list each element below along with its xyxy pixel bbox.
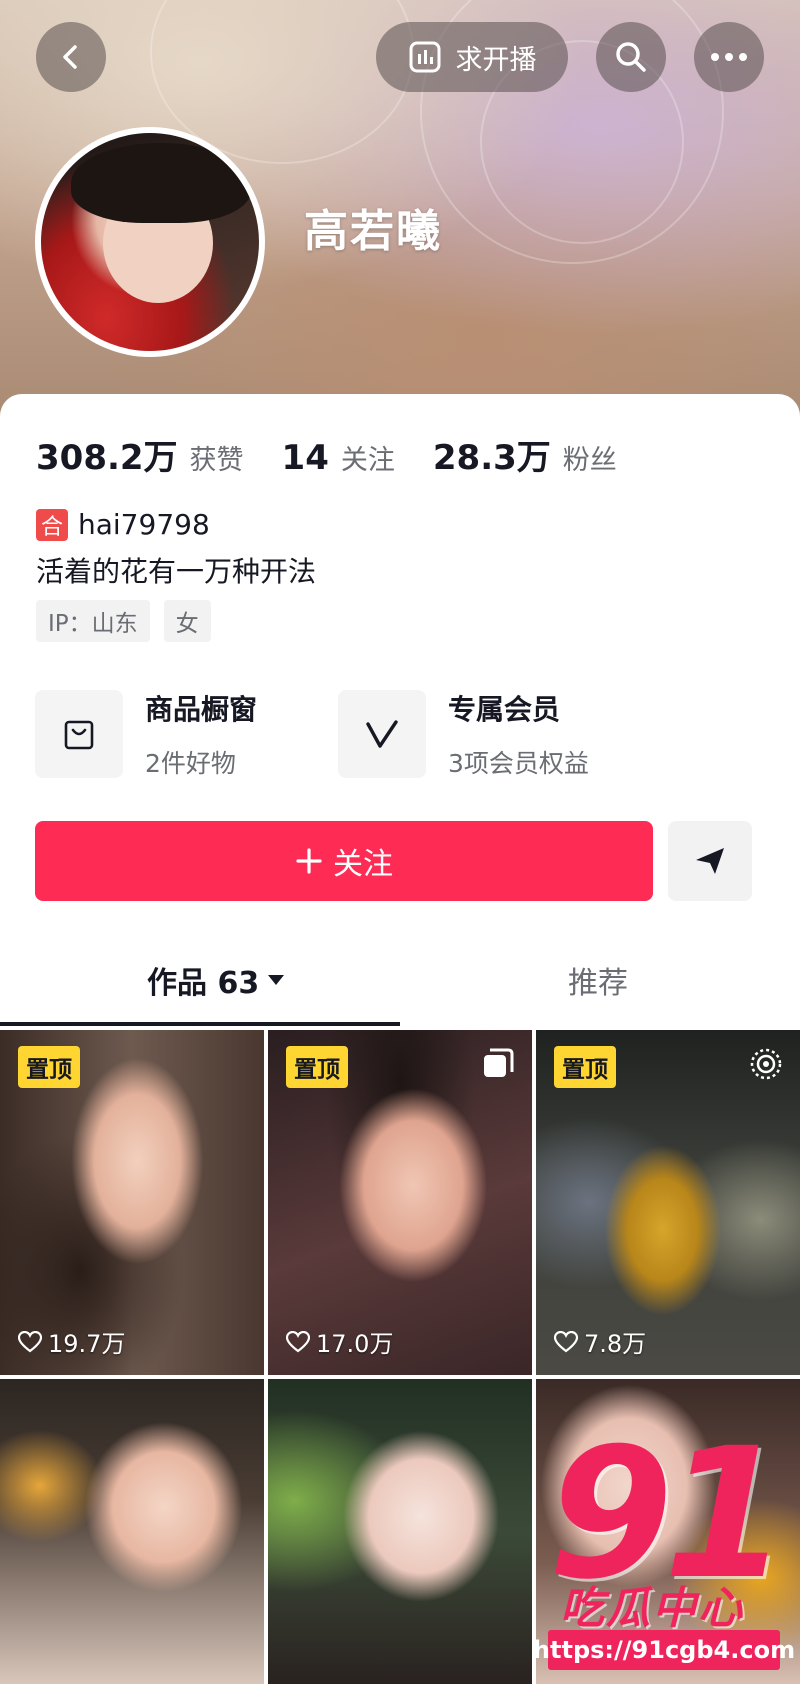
pinned-badge: 置顶: [18, 1046, 80, 1088]
tab-recommend[interactable]: 推荐: [568, 958, 628, 1002]
paper-plane-icon: [696, 848, 724, 874]
shop-window-subtitle: 2件好物: [145, 749, 236, 778]
heart-icon: [18, 1330, 42, 1352]
plus-icon: [296, 848, 322, 874]
follow-label: 关注: [333, 847, 393, 882]
request-live-label: 求开播: [455, 44, 537, 76]
video-thumbnail[interactable]: [268, 1379, 532, 1684]
more-button[interactable]: [694, 22, 764, 92]
follow-button[interactable]: 关注: [35, 821, 653, 901]
membership-entry[interactable]: 专属会员 3项会员权益: [338, 688, 589, 780]
back-button[interactable]: [36, 22, 106, 92]
avatar[interactable]: [35, 127, 265, 357]
following-label[interactable]: 关注: [341, 438, 395, 477]
profile-name: 高若曦: [304, 206, 442, 257]
shopping-bag-icon: [35, 690, 123, 778]
followers-label[interactable]: 粉丝: [563, 438, 617, 477]
vip-v-icon: [338, 690, 426, 778]
tab-works[interactable]: 作品 63: [147, 958, 285, 1002]
account-badge: 合: [36, 508, 68, 541]
heart-icon: [554, 1330, 578, 1352]
bar-chart-icon: [409, 41, 440, 73]
heart-icon: [286, 1330, 310, 1352]
stats-row: 308.2万 获赞 14 关注 28.3万 粉丝: [36, 430, 655, 479]
like-count: 19.7万: [18, 1324, 125, 1359]
more-dots-icon: [711, 53, 747, 61]
like-count: 7.8万: [554, 1324, 646, 1359]
video-thumbnail[interactable]: [0, 1379, 264, 1684]
shop-window-title: 商品橱窗: [145, 693, 258, 726]
watermark-url: https://91cgb4.com: [533, 1630, 795, 1670]
video-thumbnail[interactable]: 置顶 17.0万: [268, 1030, 532, 1375]
search-icon: [616, 42, 646, 72]
message-button[interactable]: [668, 821, 752, 901]
like-count-text: 7.8万: [584, 1330, 647, 1358]
pinned-badge: 置顶: [554, 1046, 616, 1088]
video-thumbnail[interactable]: 置顶 19.7万: [0, 1030, 264, 1375]
bio: 活着的花有一万种开法: [36, 555, 317, 588]
pinned-badge: 置顶: [286, 1046, 348, 1088]
followers-count[interactable]: 28.3万: [433, 430, 551, 479]
handle-row: 合 hai79798: [36, 508, 210, 541]
ip-location-tag: IP：山东: [36, 600, 150, 642]
likes-count: 308.2万: [36, 438, 178, 478]
like-count-text: 19.7万: [48, 1330, 126, 1358]
live-record-icon: [750, 1048, 782, 1080]
watermark-text: 吃瓜中心: [560, 1583, 744, 1634]
tab-underline: [0, 1022, 400, 1026]
membership-subtitle: 3项会员权益: [448, 749, 589, 778]
search-button[interactable]: [596, 22, 666, 92]
like-count: 17.0万: [286, 1324, 393, 1359]
chevron-left-icon: [63, 45, 77, 69]
multi-image-icon: [484, 1048, 514, 1077]
profile-tags: IP：山东 女: [36, 600, 211, 642]
membership-title: 专属会员: [448, 693, 561, 726]
user-handle: hai79798: [78, 508, 210, 541]
like-count-text: 17.0万: [316, 1330, 394, 1358]
likes-label: 获赞: [189, 445, 244, 476]
caret-down-icon: [268, 975, 285, 985]
video-thumbnail[interactable]: 置顶 7.8万: [536, 1030, 800, 1375]
gender-tag: 女: [163, 600, 211, 642]
request-live-button[interactable]: 求开播: [376, 22, 568, 92]
following-count[interactable]: 14: [282, 438, 329, 478]
shop-window-entry[interactable]: 商品橱窗 2件好物: [35, 688, 257, 780]
tab-works-label: 作品 63: [147, 966, 260, 1001]
